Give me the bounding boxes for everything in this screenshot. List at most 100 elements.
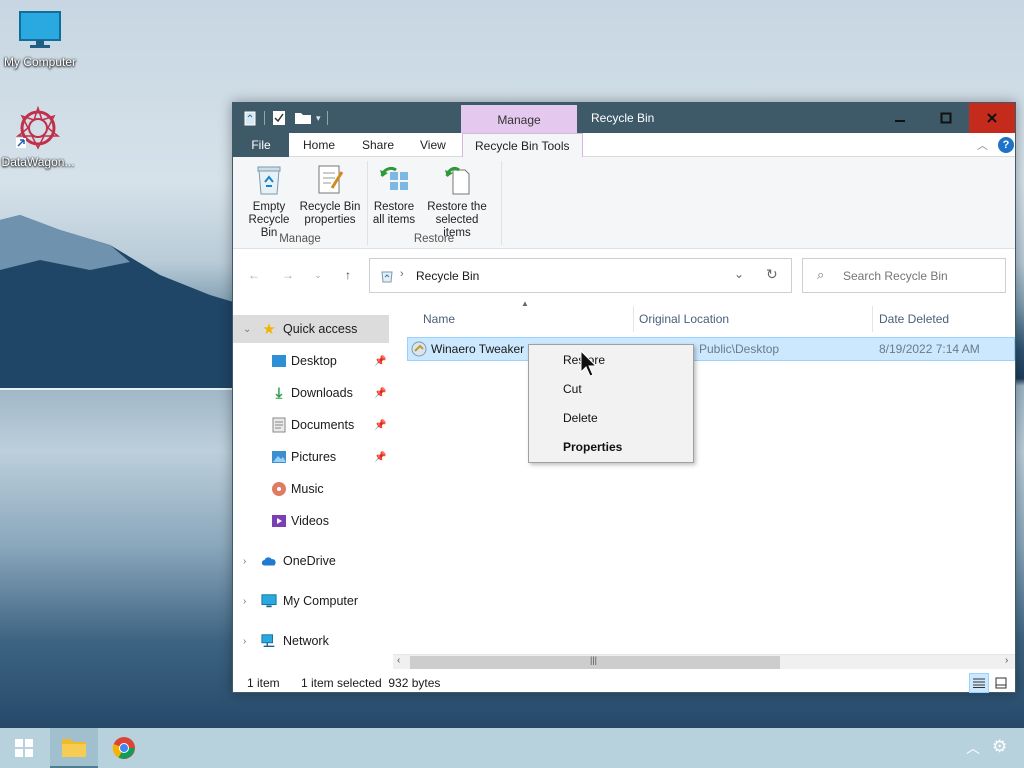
desktop-icon-label: My Computer (3, 55, 77, 69)
address-bar[interactable]: › Recycle Bin ⌄ ↻ (369, 258, 792, 293)
datawagon-logo-icon (15, 105, 61, 150)
ribbon-separator (501, 161, 502, 245)
recent-locations-button[interactable]: ⌄ (311, 265, 325, 285)
details-view-icon (973, 678, 985, 688)
properties-icon[interactable] (272, 110, 286, 126)
nav-item-downloads[interactable]: ⤓ Downloads 📌 (233, 379, 389, 407)
tab-view[interactable]: View (408, 133, 458, 157)
nav-item-quick-access[interactable]: ⌄ ★ Quick access (233, 315, 389, 343)
button-label: all items (372, 214, 416, 226)
search-icon: ⌕ (817, 267, 825, 282)
tab-file[interactable]: File (233, 133, 289, 157)
scroll-left-icon[interactable]: ‹ (397, 655, 400, 666)
winaero-tweaker-icon (411, 341, 427, 357)
desktop-folder-icon (272, 355, 286, 367)
nav-item-documents[interactable]: Documents 📌 (233, 411, 389, 439)
column-header-original-location[interactable]: Original Location (633, 306, 873, 332)
button-label: properties (304, 214, 356, 226)
menu-item-restore[interactable]: Restore (529, 347, 693, 373)
customize-dropdown-icon[interactable]: ▾ (316, 113, 321, 124)
collapse-ribbon-icon[interactable]: ︿ (977, 137, 988, 153)
restore-selected-items-button[interactable]: Restore the selected items (421, 163, 493, 240)
nav-item-desktop[interactable]: Desktop 📌 (233, 347, 389, 375)
desktop-icon-my-computer[interactable]: My Computer (2, 10, 78, 69)
pin-icon[interactable]: 📌 (374, 356, 386, 367)
recycle-bin-icon[interactable] (243, 110, 257, 126)
back-button[interactable]: ← (245, 265, 263, 285)
menu-item-delete[interactable]: Delete (529, 405, 693, 431)
horizontal-scrollbar[interactable]: ‹ ||| › (393, 654, 1015, 669)
menu-item-properties[interactable]: Properties (529, 434, 693, 460)
restore-all-items-button[interactable]: Restore all items (369, 163, 419, 227)
tab-recycle-bin-tools[interactable]: Recycle Bin Tools (462, 133, 583, 158)
empty-recycle-bin-button[interactable]: Empty Recycle Bin (239, 163, 299, 240)
nav-item-pictures[interactable]: Pictures 📌 (233, 443, 389, 471)
table-row[interactable]: Winaero Tweaker Public\Desktop 8/19/2022… (407, 337, 1015, 361)
desktop-icon-datawagon[interactable]: DataWagon... (0, 105, 76, 169)
ribbon-group-label-manage: Manage (279, 233, 321, 245)
nav-item-label: OneDrive (283, 554, 336, 568)
expand-chevron-icon[interactable]: › (243, 556, 253, 567)
button-label: Restore (373, 201, 415, 213)
mountain-scenery (0, 215, 260, 390)
nav-item-onedrive[interactable]: › OneDrive (233, 547, 389, 575)
search-box[interactable]: ⌕ (802, 258, 1006, 293)
documents-icon (272, 417, 286, 433)
address-dropdown-icon[interactable]: ⌄ (734, 267, 744, 281)
nav-item-videos[interactable]: Videos (233, 507, 389, 535)
button-label: Restore the (427, 201, 487, 213)
pin-icon[interactable]: 📌 (374, 452, 386, 463)
title-bar[interactable]: ▾ Manage Recycle Bin (233, 103, 1015, 133)
maximize-button[interactable] (923, 103, 969, 133)
new-folder-icon[interactable] (294, 110, 312, 126)
breadcrumb[interactable]: Recycle Bin (416, 269, 479, 283)
back-arrow-icon: ← (248, 268, 260, 282)
help-icon[interactable]: ? (998, 137, 1014, 153)
restore-selected-icon (445, 166, 470, 195)
forward-button[interactable]: → (279, 265, 297, 285)
pin-icon[interactable]: 📌 (374, 388, 386, 399)
status-bar: 1 item 1 item selected 932 bytes (233, 673, 1015, 693)
nav-item-label: Documents (291, 418, 355, 432)
start-button[interactable] (0, 728, 48, 768)
column-header-name[interactable]: Name (417, 306, 634, 332)
nav-item-my-computer[interactable]: › My Computer (233, 587, 389, 615)
tab-share[interactable]: Share (350, 133, 406, 157)
taskbar-chrome-button[interactable] (100, 728, 148, 768)
expand-chevron-icon[interactable]: › (243, 636, 253, 647)
file-explorer-icon (62, 739, 86, 757)
show-hidden-icons-chevron-icon[interactable]: ︿ (966, 738, 980, 758)
refresh-icon[interactable]: ↻ (766, 266, 778, 283)
nav-item-label: Desktop (291, 354, 337, 368)
star-icon: ★ (262, 321, 276, 338)
taskbar-file-explorer-button[interactable] (50, 728, 98, 768)
forward-arrow-icon: → (282, 268, 294, 282)
column-header-date-deleted[interactable]: Date Deleted (873, 306, 1015, 332)
expand-chevron-icon[interactable]: › (243, 596, 253, 607)
minimize-button[interactable] (877, 103, 923, 133)
large-icons-view-icon (995, 677, 1007, 689)
videos-icon (272, 515, 286, 527)
tab-home[interactable]: Home (291, 133, 347, 157)
details-view-button[interactable] (969, 673, 989, 693)
taskbar: ︿ ⚙ (0, 728, 1024, 768)
scroll-right-icon[interactable]: › (1005, 655, 1008, 666)
up-button[interactable]: ↑ (339, 265, 357, 285)
large-icons-view-button[interactable] (991, 673, 1011, 693)
chrome-icon (112, 737, 135, 759)
recycle-bin-properties-button[interactable]: Recycle Bin properties (299, 163, 361, 227)
chevron-down-icon: ⌄ (314, 269, 322, 280)
nav-item-network[interactable]: › Network (233, 627, 389, 655)
close-button[interactable] (969, 103, 1015, 133)
file-date-deleted: 8/19/2022 7:14 AM (879, 342, 980, 356)
search-input[interactable] (843, 269, 993, 283)
pin-icon[interactable]: 📌 (374, 420, 386, 431)
scrollbar-thumb[interactable]: ||| (410, 655, 780, 669)
collapse-chevron-icon[interactable]: ⌄ (243, 324, 253, 335)
menu-item-cut[interactable]: Cut (529, 376, 693, 402)
settings-gear-icon[interactable]: ⚙ (992, 737, 1007, 757)
onedrive-cloud-icon (261, 557, 276, 566)
nav-item-music[interactable]: Music (233, 475, 389, 503)
file-name: Winaero Tweaker (431, 342, 525, 356)
desktop-icon-label: DataWagon... (1, 155, 75, 169)
